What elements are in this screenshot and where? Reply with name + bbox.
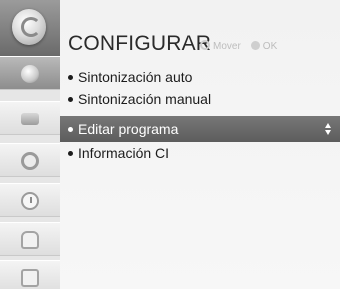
bullet-icon [68,75,73,80]
settings-disc-icon [12,9,46,45]
menu-item-label: Sintonización manual [78,91,212,107]
tv-settings-screen: CONFIGURAR Mover OK Sintonización auto Si… [0,0,340,289]
up-down-arrows-icon [325,123,332,135]
sidebar-item-time[interactable] [0,183,60,217]
bullet-icon [68,127,73,132]
hint-move-label: Mover [213,41,241,52]
bullet-icon [68,97,73,102]
lock-icon [21,231,39,249]
settings-menu: Sintonización auto Sintonización manual … [60,66,340,164]
settings-logo [0,0,60,56]
move-arrows-icon [200,40,210,50]
menu-item-informacion-ci[interactable]: Información CI [60,142,340,164]
clock-icon [21,192,39,210]
menu-item-label: Información CI [78,145,170,161]
page-title: CONFIGURAR [68,32,212,55]
menu-item-label: Sintonización auto [78,69,193,85]
menu-item-editar-programa[interactable]: Editar programa [60,116,340,142]
audio-dial-icon [21,152,39,170]
sidebar-item-audio[interactable] [0,143,60,177]
sidebar-item-picture[interactable] [0,101,60,135]
navigation-hint: Mover OK [200,40,277,52]
hint-ok-label: OK [262,41,278,52]
menu-item-sintonizacion-manual[interactable]: Sintonización manual [60,88,340,110]
satellite-dish-icon [21,65,39,83]
sidebar-item-channels[interactable] [0,56,60,90]
sidebar-item-lock[interactable] [0,222,60,256]
bullet-icon [68,151,73,156]
tv-picture-icon [21,113,39,125]
menu-item-label: Editar programa [78,121,179,137]
ok-button-icon [250,41,260,50]
sidebar-item-options[interactable] [0,260,60,289]
options-icon [21,269,39,287]
menu-item-sintonizacion-auto[interactable]: Sintonización auto [60,66,340,88]
category-sidebar [0,0,60,289]
